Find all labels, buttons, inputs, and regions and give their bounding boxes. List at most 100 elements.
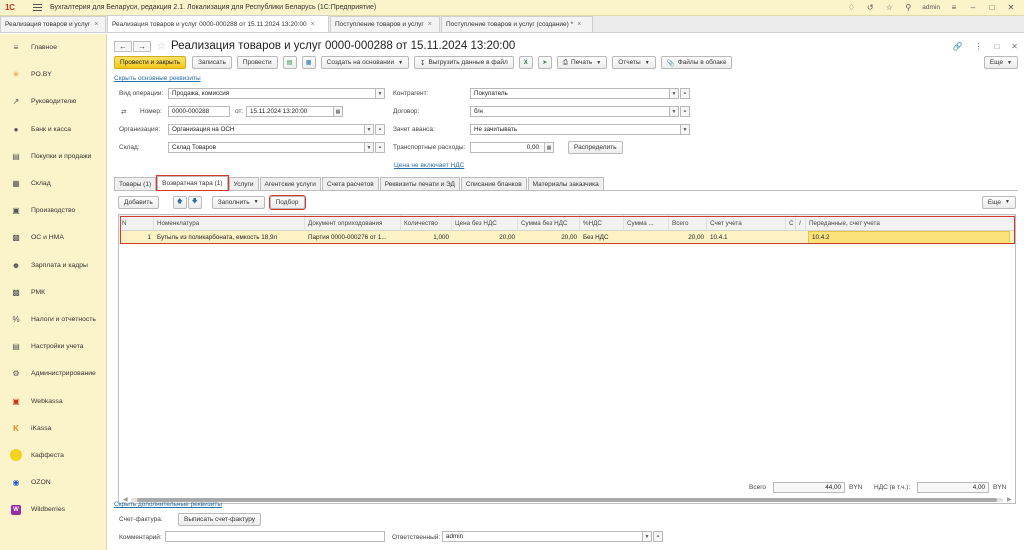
cell-price[interactable]: 20,00 (452, 231, 518, 244)
column-header[interactable]: Номенклатура (154, 215, 305, 231)
bell-icon[interactable]: ♢ (846, 3, 856, 12)
tab-customer-materials[interactable]: Материалы заказчика (527, 177, 604, 190)
add-row-button[interactable]: Добавить (118, 195, 159, 209)
column-header[interactable]: N (119, 215, 154, 231)
chevron-down-icon[interactable]: ▼ (680, 124, 690, 135)
tab-agent-services[interactable]: Агентские услуги (259, 177, 321, 190)
info-column-icon[interactable]: I (796, 215, 806, 231)
cell-qty[interactable]: 1,000 (401, 231, 452, 244)
operation-select[interactable]: Продажа, комиссия (168, 88, 383, 99)
tab-settlement-accounts[interactable]: Счета расчетов (321, 177, 379, 190)
org-select[interactable]: Организация на ОСН (168, 124, 373, 135)
cloud-files-button[interactable]: 📎 Файлы в облаке (660, 56, 733, 69)
chevron-down-icon[interactable]: ▼ (364, 124, 374, 135)
open-link-icon[interactable]: ⚭ (653, 531, 663, 542)
cell-transferred-account[interactable]: 10.4.2 (808, 231, 1010, 244)
tab-goods[interactable]: Товары (1) (114, 177, 157, 190)
transport-input[interactable]: 0,00 (470, 142, 554, 153)
settings-menu-icon[interactable]: ≡ (949, 3, 959, 12)
close-form-icon[interactable]: ✕ (1011, 42, 1018, 51)
horizontal-scrollbar[interactable] (131, 498, 1003, 502)
chevron-down-icon[interactable]: ▼ (375, 88, 385, 99)
post-button[interactable]: Провести (236, 56, 278, 69)
open-link-icon[interactable]: ⚭ (375, 124, 385, 135)
sidebar-item-accounting-settings[interactable]: ▤ Настройки учета (0, 333, 106, 360)
number-input[interactable]: 0000-000288 (168, 106, 230, 117)
responsible-select[interactable]: admin (442, 531, 652, 542)
column-header[interactable]: Счет учета (707, 215, 786, 231)
more-button[interactable]: Еще ▼ (983, 56, 1018, 69)
grid-more-button[interactable]: Еще ▼ (981, 195, 1016, 209)
sidebar-item-salary[interactable]: ☻ Зарплата и кадры (0, 252, 106, 279)
back-button[interactable]: ← (114, 40, 132, 52)
price-vat-link[interactable]: Цена не включает НДС (394, 162, 464, 169)
sidebar-item-main[interactable]: ≡ Главное (0, 34, 106, 61)
close-window-icon[interactable]: ✕ (1006, 3, 1016, 12)
comment-input[interactable] (165, 531, 385, 542)
scroll-right-icon[interactable]: ▶ (1007, 496, 1012, 503)
column-header[interactable]: Количество (401, 215, 452, 231)
chevron-down-icon[interactable]: ▼ (669, 88, 679, 99)
reports-button[interactable]: Отчеты ▼ (612, 56, 656, 69)
sidebar-item-rmk[interactable]: ▩ РМК (0, 279, 106, 306)
column-header[interactable]: С (786, 215, 796, 231)
window-tab[interactable]: Реализация товаров и услуг 0000-000288 о… (107, 15, 329, 32)
window-tab[interactable]: Поступление товаров и услуг × (330, 16, 440, 32)
cell-n[interactable]: 1 (119, 231, 154, 244)
sidebar-item-kaffesta[interactable]: Каффеста (0, 442, 106, 469)
sidebar-item-ozon[interactable]: ◉ OZON (0, 469, 106, 496)
sidebar-item-wildberries[interactable]: W Wildberries (0, 496, 106, 523)
favorites-icon[interactable]: ☆ (884, 3, 894, 12)
warehouse-select[interactable]: Склад Товаров (168, 142, 373, 153)
cell-doc[interactable]: Партия 0000-000276 от 1... (305, 231, 401, 244)
tab-print-details[interactable]: Реквизиты печати и ЭД (379, 177, 460, 190)
move-down-icon[interactable]: 🡇 (187, 195, 202, 209)
column-header[interactable]: Сумма ... (624, 215, 669, 231)
contract-select[interactable]: б/н (470, 106, 678, 117)
calculator-icon[interactable]: ▦ (544, 142, 554, 153)
hide-main-details-link[interactable]: Скрыть основные реквизиты (114, 75, 201, 82)
table-row[interactable]: 1 Бутыль из поликарбоната, емкость 18,9л… (119, 231, 1015, 244)
cell-item[interactable]: Бутыль из поликарбоната, емкость 18,9л (154, 231, 305, 244)
cell-total[interactable]: 20,00 (669, 231, 707, 244)
sidebar-item-assets[interactable]: ▩ ОС и НМА (0, 224, 106, 251)
cell-vat-rate[interactable]: Без НДС (580, 231, 624, 244)
close-tab-icon[interactable]: × (428, 21, 432, 28)
user-name[interactable]: admin (922, 4, 940, 11)
send-icon[interactable]: ➤ (537, 56, 552, 69)
cell-account[interactable]: 10.4.1 (707, 231, 786, 244)
distribute-button[interactable]: Распределить (568, 141, 623, 154)
advance-select[interactable]: Не зачитывать (470, 124, 689, 135)
sidebar-item-taxes[interactable]: % Налоги и отчетность (0, 306, 106, 333)
sidebar-item-warehouse[interactable]: ▦ Склад (0, 170, 106, 197)
tab-services[interactable]: Услуги (228, 177, 259, 190)
column-header[interactable]: Сумма без НДС (518, 215, 580, 231)
column-header[interactable]: Переданные, счет учета (806, 215, 1015, 231)
fill-button[interactable]: Заполнить ▼ (211, 195, 265, 209)
favorite-star-icon[interactable]: ☆ (157, 41, 166, 52)
link-icon[interactable]: 🔗 (952, 42, 962, 51)
sidebar-item-ikassa[interactable]: KiKassa (0, 415, 106, 442)
sidebar-item-purchases[interactable]: ▤ Покупки и продажи (0, 143, 106, 170)
export-file-button[interactable]: ↧ Выгрузить данные в файл (414, 56, 514, 69)
history-icon[interactable]: ↺ (865, 3, 875, 12)
sidebar-item-director[interactable]: ↗ Руководителю (0, 88, 106, 115)
show-additional-details-link[interactable]: Скрыть дополнительные реквизиты (114, 501, 222, 508)
open-link-icon[interactable]: ⚭ (680, 106, 690, 117)
tab-returnable-packaging[interactable]: Возвратная тара (1) (156, 175, 229, 191)
date-input[interactable]: 15.11.2024 13:20:00 (246, 106, 342, 117)
close-tab-icon[interactable]: × (311, 21, 315, 28)
search-icon[interactable]: ⚲ (903, 3, 913, 12)
maximize-icon[interactable]: □ (987, 3, 997, 12)
column-header[interactable]: %НДС (580, 215, 624, 231)
sidebar-item-bank[interactable]: ● Банк и касса (0, 116, 106, 143)
column-header[interactable]: Документ оприходования (305, 215, 401, 231)
window-tab[interactable]: Поступление товаров и услуг (создание) *… (441, 16, 593, 32)
expand-icon[interactable]: □ (994, 42, 999, 51)
forward-button[interactable]: → (133, 40, 151, 52)
print-button[interactable]: ⎙ Печать ▼ (556, 56, 608, 69)
open-link-icon[interactable]: ⚭ (680, 88, 690, 99)
close-tab-icon[interactable]: × (577, 21, 581, 28)
structure-icon[interactable]: ▦ (301, 56, 316, 69)
issue-invoice-button[interactable]: Выписать счет-фактуру (178, 513, 262, 526)
